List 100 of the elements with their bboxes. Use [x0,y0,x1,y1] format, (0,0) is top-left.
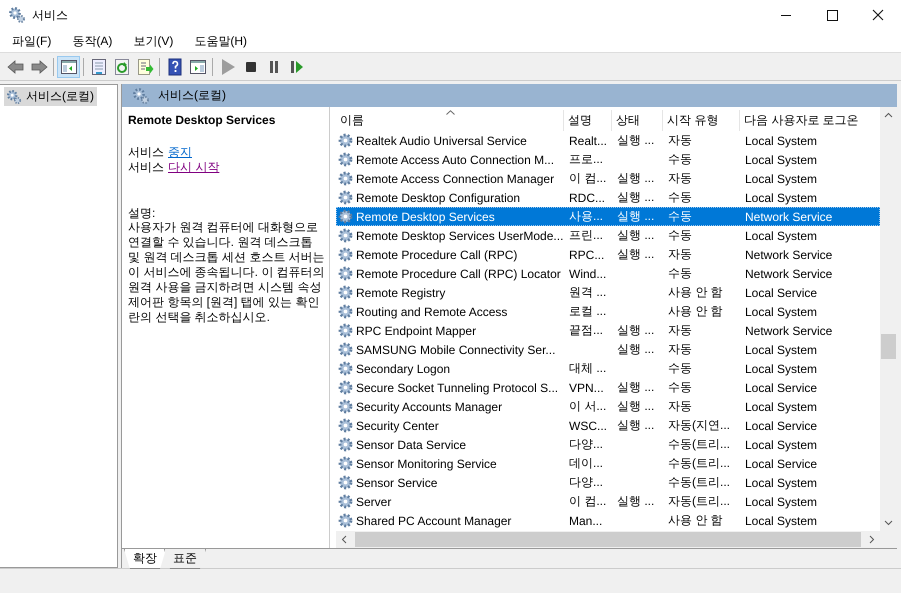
window-title: 서비스 [32,6,69,24]
service-name: Remote Desktop Services UserMode... [356,228,564,242]
service-name: RPC Endpoint Mapper [356,324,476,338]
gear-icon [337,303,354,320]
gear-icon [337,151,354,168]
scroll-thumb[interactable] [881,334,896,359]
logon-cell: Local System [745,304,818,318]
service-row[interactable]: Remote Procedure Call (RPC) RPC... 실행 ... 자동 Network Service [336,245,880,264]
view-tab[interactable]: 확장 [124,549,166,569]
action-label: 서비스 [128,160,164,174]
description-label: 설명: [128,206,156,220]
gears-icon [8,6,26,24]
startup-type-cell: 자동 [668,170,692,187]
service-name: Remote Access Connection Manager [356,172,554,186]
description-cell: Realt... [569,134,608,148]
startup-type-cell: 자동 [668,341,692,358]
service-name: Secondary Logon [356,362,450,376]
logon-cell: Local Service [745,380,818,394]
gear-icon [337,398,354,415]
column-header[interactable]: 설명 [564,110,612,131]
description-cell: 이 컴... [569,170,606,187]
service-name: Secure Socket Tunneling Protocol S... [356,380,558,394]
description-cell: 이 컴... [569,493,606,510]
startup-type-cell: 수동 [668,208,692,225]
tree-tool[interactable] [57,56,80,78]
startup-type-cell: 수동(트리... [668,474,730,491]
logon-cell: Local System [745,438,818,452]
right-arrow-icon [30,58,48,76]
startup-type-cell: 수동 [668,189,692,206]
service-name: Server [356,494,392,508]
service-row[interactable]: SAMSUNG Mobile Connectivity Ser... 실행 ... 자동 Local System [336,340,880,359]
logon-cell: Network Service [745,248,832,262]
startup-type-cell: 수동(트리... [668,455,730,472]
column-header[interactable]: 시작 유형 [663,110,740,131]
gear-icon [337,455,354,472]
service-name: Security Center [356,418,439,432]
status-cell: 실행 ... [617,322,654,339]
service-row[interactable]: Sensor Service 다양... 수동(트리... Local System [336,473,880,492]
service-name: Remote Procedure Call (RPC) [356,248,518,262]
menu-item[interactable]: 파일(F) [6,32,58,50]
scroll-thumb[interactable] [355,532,861,547]
logon-cell: Local System [745,342,818,356]
service-name: Realtek Audio Universal Service [356,134,527,148]
description-cell: 사용... [569,208,604,225]
startup-type-cell: 수동 [668,360,692,377]
service-row[interactable]: Security Center WSC... 실행 ... 자동(지연... Local Service [336,416,880,435]
logon-cell: Local Service [745,418,818,432]
service-name: Remote Access Auto Connection M... [356,152,554,166]
service-name: Sensor Data Service [356,438,466,452]
gear-icon [337,341,354,358]
service-row[interactable]: Secure Socket Tunneling Protocol S... VPN... 실행 ... 수동 Local Service [336,378,880,397]
logon-cell: Local System [745,514,818,528]
action-link[interactable]: 중지 [168,145,192,159]
service-name: SAMSUNG Mobile Connectivity Ser... [356,342,556,356]
status-cell: 실행 ... [617,208,654,225]
service-row[interactable]: Secondary Logon 대체 ... 수동 Local System [336,359,880,378]
gear-icon [337,227,354,244]
service-row[interactable]: Remote Procedure Call (RPC) Locator Wind... 수동 Network Service [336,264,880,283]
window-icon [60,58,78,76]
status-cell: 실행 ... [617,227,654,244]
service-row[interactable]: Shared PC Account Manager Man... 사용 안 함 Local System [336,511,880,530]
service-row[interactable]: Server 이 컴... 실행 ... 자동(트리... Local System [336,492,880,511]
service-row[interactable]: Sensor Monitoring Service 데이... 수동(트리... Local Service [336,454,880,473]
export-icon [136,58,154,76]
service-row[interactable]: Remote Registry 원격 ... 사용 안 함 Local Service [336,283,880,302]
description-cell: 다양... [569,474,604,491]
service-row[interactable]: Remote Desktop Configuration RDC... 실행 ... 수동 Local System [336,188,880,207]
view-tab[interactable]: 표준 [164,549,206,569]
description-cell: 다양... [569,436,604,453]
logon-cell: Local Service [745,456,818,470]
startup-type-cell: 수동 [668,151,692,168]
service-row[interactable]: Realtek Audio Universal Service Realt... 실행 ... 자동 Local System [336,131,880,150]
logon-cell: Local System [745,476,818,490]
logon-cell: Local System [745,134,818,148]
service-row[interactable]: Sensor Data Service 다양... 수동(트리... Local System [336,435,880,454]
description-cell: 로컬 ... [569,303,606,320]
refresh-icon [112,58,130,76]
action-link[interactable]: 다시 시작 [168,160,220,174]
service-row[interactable]: Remote Access Connection Manager 이 컴... 실행 ... 자동 Local System [336,169,880,188]
service-row[interactable]: Remote Desktop Services 사용... 실행 ... 수동 Network Service [336,207,880,226]
service-row[interactable]: Security Accounts Manager 이 서... 실행 ... 자동 Local System [336,397,880,416]
tree-item[interactable]: 서비스(로컬) [4,87,97,106]
service-name: Sensor Monitoring Service [356,456,497,470]
logon-cell: Local Service [745,286,818,300]
menu-item[interactable]: 보기(V) [127,32,180,50]
column-header[interactable]: 상태 [612,110,663,131]
status-cell: 실행 ... [617,379,654,396]
gear-icon [337,436,354,453]
service-row[interactable]: Routing and Remote Access 로컬 ... 사용 안 함 Local System [336,302,880,321]
status-cell: 실행 ... [617,493,654,510]
service-row[interactable]: RPC Endpoint Mapper 끝점... 실행 ... 자동 Network Service [336,321,880,340]
service-row[interactable]: Remote Desktop Services UserMode... 프린... 실행 ... 수동 Local System [336,226,880,245]
service-row[interactable]: Remote Access Auto Connection M... 프로... 수동 Local System [336,150,880,169]
menu-item[interactable]: 동작(A) [66,32,118,50]
service-name: Sensor Service [356,476,438,490]
status-cell: 실행 ... [617,170,654,187]
column-header[interactable]: 다음 사용자로 로그온 [740,110,878,131]
column-header[interactable]: 이름 [336,110,564,131]
menu-item[interactable]: 도움말(H) [188,32,253,50]
service-name: Remote Desktop Services [356,210,495,224]
